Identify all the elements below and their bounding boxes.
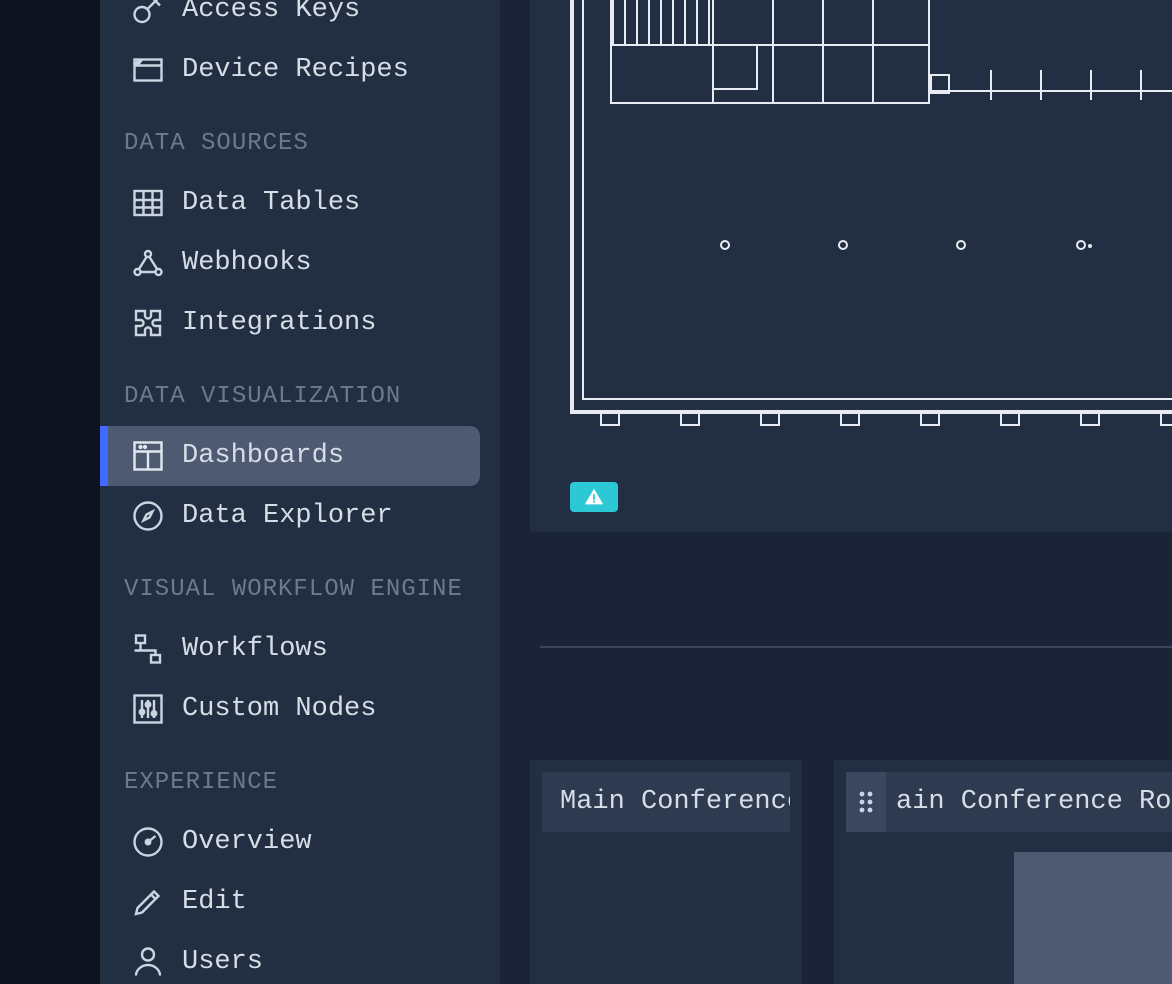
- sidebar-item-access-keys[interactable]: Access Keys: [100, 0, 500, 40]
- sensor-marker[interactable]: [1076, 240, 1086, 250]
- sidebar-item-label: Edit: [182, 887, 247, 917]
- sidebar-item-edit[interactable]: Edit: [100, 872, 500, 932]
- dashboard-card-main-conference[interactable]: Main Conference: [530, 760, 802, 984]
- puzzle-icon: [130, 305, 166, 341]
- sidebar-item-device-recipes[interactable]: Device Recipes: [100, 40, 500, 100]
- sidebar-item-overview[interactable]: Overview: [100, 812, 500, 872]
- card-title: ain Conference Room U: [896, 787, 1172, 817]
- sensor-marker[interactable]: [838, 240, 848, 250]
- sidebar-item-label: Dashboards: [182, 441, 344, 471]
- pencil-icon: [130, 884, 166, 920]
- sidebar-item-label: Data Tables: [182, 188, 360, 218]
- gauge-icon: [130, 824, 166, 860]
- recipes-icon: [130, 52, 166, 88]
- main-content: Main Conference ain Conference Room U: [500, 0, 1172, 984]
- key-icon: [130, 0, 166, 28]
- sidebar-item-label: Device Recipes: [182, 55, 409, 85]
- sliders-icon: [130, 691, 166, 727]
- card-title: Main Conference: [560, 787, 790, 817]
- floorplan-canvas[interactable]: [570, 0, 1172, 420]
- table-icon: [130, 185, 166, 221]
- sidebar-item-custom-nodes[interactable]: Custom Nodes: [100, 679, 500, 739]
- sidebar-item-data-tables[interactable]: Data Tables: [100, 173, 500, 233]
- dashboard-card-conference-room[interactable]: ain Conference Room U: [834, 760, 1172, 984]
- sidebar-item-workflows[interactable]: Workflows: [100, 619, 500, 679]
- sidebar-item-data-explorer[interactable]: Data Explorer: [100, 486, 500, 546]
- left-rail: [0, 0, 100, 984]
- sensor-marker[interactable]: [720, 240, 730, 250]
- sidebar: Access Keys Device Recipes DATA SOURCES …: [100, 0, 500, 984]
- dashboard-icon: [130, 438, 166, 474]
- compass-icon: [130, 498, 166, 534]
- card-body: [1014, 852, 1172, 984]
- sidebar-item-label: Data Explorer: [182, 501, 393, 531]
- floorplan-panel[interactable]: [530, 0, 1172, 532]
- section-header-data-visualization: DATA VISUALIZATION: [100, 353, 500, 426]
- workflow-icon: [130, 631, 166, 667]
- webhook-icon: [130, 245, 166, 281]
- sidebar-item-label: Custom Nodes: [182, 694, 376, 724]
- sidebar-item-label: Users: [182, 947, 263, 977]
- card-header[interactable]: ain Conference Room U: [846, 772, 1172, 832]
- sidebar-item-integrations[interactable]: Integrations: [100, 293, 500, 353]
- card-header: Main Conference: [542, 772, 790, 832]
- sidebar-item-label: Workflows: [182, 634, 328, 664]
- drag-handle[interactable]: [846, 772, 886, 832]
- sensor-marker[interactable]: [956, 240, 966, 250]
- sidebar-item-label: Integrations: [182, 308, 376, 338]
- sidebar-item-label: Access Keys: [182, 0, 360, 25]
- sidebar-item-label: Webhooks: [182, 248, 312, 278]
- sidebar-item-users[interactable]: Users: [100, 932, 500, 984]
- section-header-data-sources: DATA SOURCES: [100, 100, 500, 173]
- warning-icon: [583, 486, 605, 508]
- section-divider: [540, 646, 1172, 648]
- user-icon: [130, 944, 166, 980]
- section-header-experience: EXPERIENCE: [100, 739, 500, 812]
- grip-icon: [858, 790, 874, 814]
- sidebar-item-webhooks[interactable]: Webhooks: [100, 233, 500, 293]
- section-header-visual-workflow-engine: VISUAL WORKFLOW ENGINE: [100, 546, 500, 619]
- sidebar-item-label: Overview: [182, 827, 312, 857]
- sidebar-item-dashboards[interactable]: Dashboards: [100, 426, 480, 486]
- warning-badge[interactable]: [570, 482, 618, 512]
